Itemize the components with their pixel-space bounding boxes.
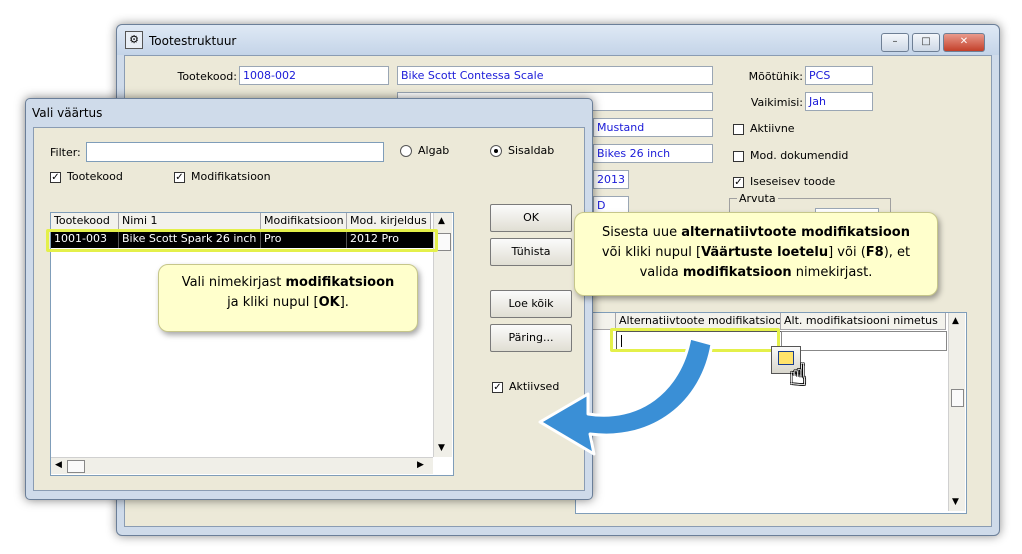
hand-cursor-icon: ☝ [789,358,808,393]
main-titlebar[interactable]: ⚙ Tootestruktuur – □ ✕ [117,25,999,55]
callout-left-bold-2: OK [318,295,340,310]
close-button[interactable]: ✕ [943,33,985,52]
callout-left-bold-1: modifikatsioon [285,275,395,290]
col-desc[interactable]: Mod. kirjeldus [347,213,431,230]
group-field[interactable]: Bikes 26 inch [593,144,713,163]
list-scroll-up-icon[interactable]: ▲ [438,216,445,226]
callout-right-text-5: valida [639,265,683,280]
callout-right-text-3: ] või ( [828,245,866,260]
list-scroll-down-icon[interactable]: ▼ [438,443,445,453]
maximize-button[interactable]: □ [912,33,940,52]
mod-checkbox[interactable]: ✓ Modifikatsioon [174,170,271,183]
mod-docs-checkbox[interactable]: Mod. dokumendid [733,149,848,162]
radio-starts-label: Algab [418,144,450,157]
code-checkbox[interactable]: ✓ Tootekood [50,170,123,183]
arvuta-label: Arvuta [737,192,778,205]
default-field[interactable]: Jah [805,92,873,111]
col-name[interactable]: Nimi 1 [119,213,261,230]
list-hscroll-thumb[interactable] [67,460,85,473]
col-code[interactable]: Tootekood [51,213,119,230]
product-name-field[interactable]: Bike Scott Contessa Scale [397,66,713,85]
filter-label: Filter: [50,146,81,159]
cancel-button[interactable]: Tühista [490,238,572,266]
callout-right-text-6: nimekirjast. [791,265,873,280]
load-all-button[interactable]: Loe kõik [490,290,572,318]
callout-right-bold-1: alternatiivtoote modifikatsioon [681,225,910,240]
scroll-up-icon[interactable]: ▲ [952,316,959,326]
standalone-label: Iseseisev toode [750,175,836,188]
callout-right-text-1: Sisesta uue [602,225,682,240]
col-mod[interactable]: Modifikatsioon [261,213,347,230]
year-field[interactable]: 2013 [593,170,629,189]
filter-input[interactable] [86,142,384,162]
callout-left-text-3: ]. [339,295,349,310]
unit-label: Mõõtühik: [748,70,803,83]
active-checkbox[interactable]: Aktiivne [733,122,795,135]
callout-right-text-4: ), et [883,245,911,260]
app-icon: ⚙ [125,31,143,49]
callout-right-bold-2: Väärtuste loetelu [701,245,829,260]
callout-choose-mod: Vali nimekirjast modifikatsioon ja kliki… [158,264,418,332]
grid-vscroll[interactable]: ▲ ▼ [948,313,965,511]
radio-contains-label: Sisaldab [508,144,555,157]
list-hscroll[interactable]: ◀ ▶ [51,457,433,474]
callout-right-bold-3: F8 [865,245,884,260]
radio-starts[interactable]: Algab [400,144,449,157]
list-scroll-left-icon[interactable]: ◀ [55,460,62,470]
ok-button[interactable]: OK [490,204,572,232]
radio-contains[interactable]: Sisaldab [490,144,554,157]
tootekood-label: Tootekood: [177,70,237,83]
scroll-thumb[interactable] [951,389,964,407]
code-checkbox-label: Tootekood [67,170,123,183]
unit-field[interactable]: PCS [805,66,873,85]
list-scroll-thumb[interactable] [436,233,451,251]
scroll-down-icon[interactable]: ▼ [952,497,959,507]
callout-left-text-1: Vali nimekirjast [181,275,286,290]
tootekood-field[interactable]: 1008-002 [239,66,389,85]
dialog-title: Vali väärtus [32,106,103,120]
callout-right-bold-4: modifikatsioon [682,265,792,280]
standalone-checkbox[interactable]: ✓ Iseseisev toode [733,175,835,188]
callout-enter-mod: Sisesta uue alternatiivtoote modifikatsi… [574,212,938,296]
color-field[interactable]: Mustand [593,118,713,137]
active-label: Aktiivne [750,122,795,135]
row-highlight [46,229,438,252]
callout-right-text-2: või kliki nupul [ [601,245,702,260]
alt-name-cell[interactable] [781,331,947,351]
callout-left-text-2: ja kliki nupul [ [227,295,319,310]
default-label: Vaikimisi: [750,96,803,109]
grid-header-alt-name[interactable]: Alt. modifikatsiooni nimetus [781,313,946,330]
mod-docs-label: Mod. dokumendid [750,149,849,162]
main-title: Tootestruktuur [149,34,237,48]
minimize-button[interactable]: – [881,33,909,52]
curved-arrow-icon [538,336,714,456]
mod-checkbox-label: Modifikatsioon [191,170,271,183]
list-scroll-right-icon[interactable]: ▶ [417,460,424,470]
